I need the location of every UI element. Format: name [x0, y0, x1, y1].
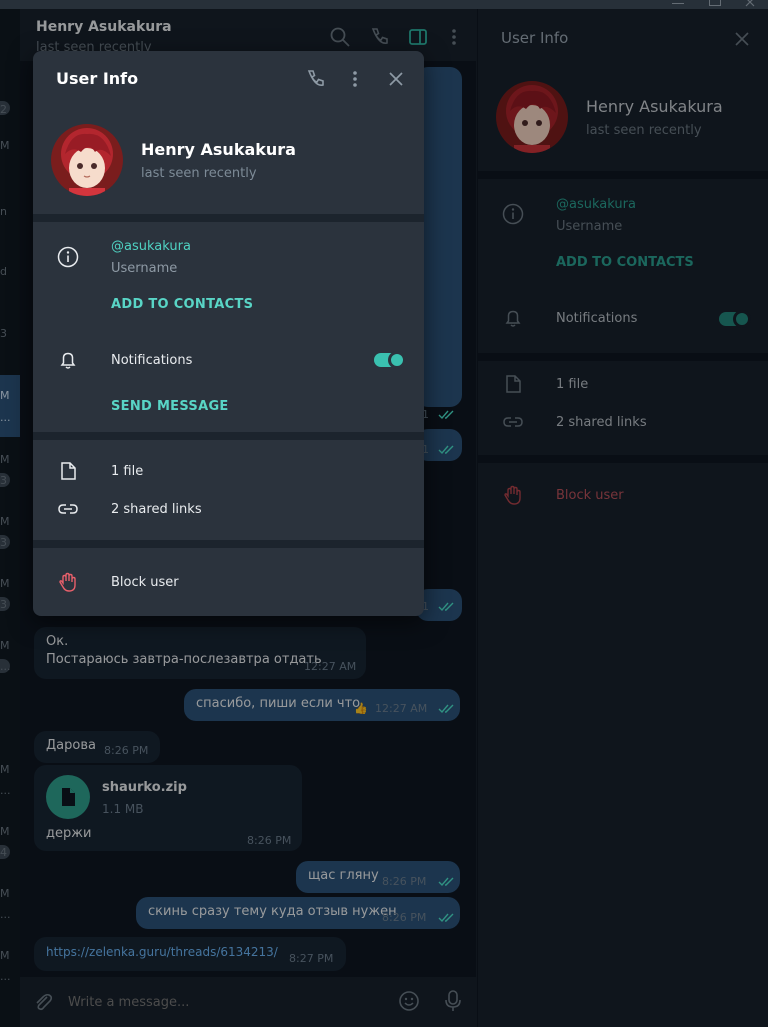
hand-block-icon	[57, 571, 79, 593]
dialog-title: User Info	[56, 69, 139, 88]
file-icon	[57, 460, 79, 482]
notifications-toggle[interactable]	[374, 351, 406, 369]
divider	[33, 432, 424, 440]
user-info-dialog: User Info Henry Asukakura last seen rece…	[33, 51, 424, 616]
username-value[interactable]: @asukakura	[111, 239, 191, 254]
user-status: last seen recently	[141, 166, 257, 181]
avatar[interactable]	[51, 124, 123, 196]
block-user-button[interactable]: Block user	[111, 575, 179, 590]
close-icon[interactable]	[388, 71, 404, 87]
link-icon	[57, 498, 79, 520]
call-icon[interactable]	[304, 68, 326, 90]
add-to-contacts-button[interactable]: ADD TO CONTACTS	[111, 297, 253, 312]
info-icon	[57, 246, 79, 268]
more-vertical-icon[interactable]	[344, 68, 366, 90]
shared-files-link[interactable]: 1 file	[111, 464, 143, 479]
username-label: Username	[111, 261, 178, 276]
send-message-button[interactable]: SEND MESSAGE	[111, 399, 229, 414]
bell-icon	[57, 349, 79, 371]
notifications-label: Notifications	[111, 353, 193, 368]
user-name: Henry Asukakura	[141, 140, 296, 159]
shared-links-link[interactable]: 2 shared links	[111, 502, 202, 517]
divider	[33, 540, 424, 548]
divider	[33, 214, 424, 222]
